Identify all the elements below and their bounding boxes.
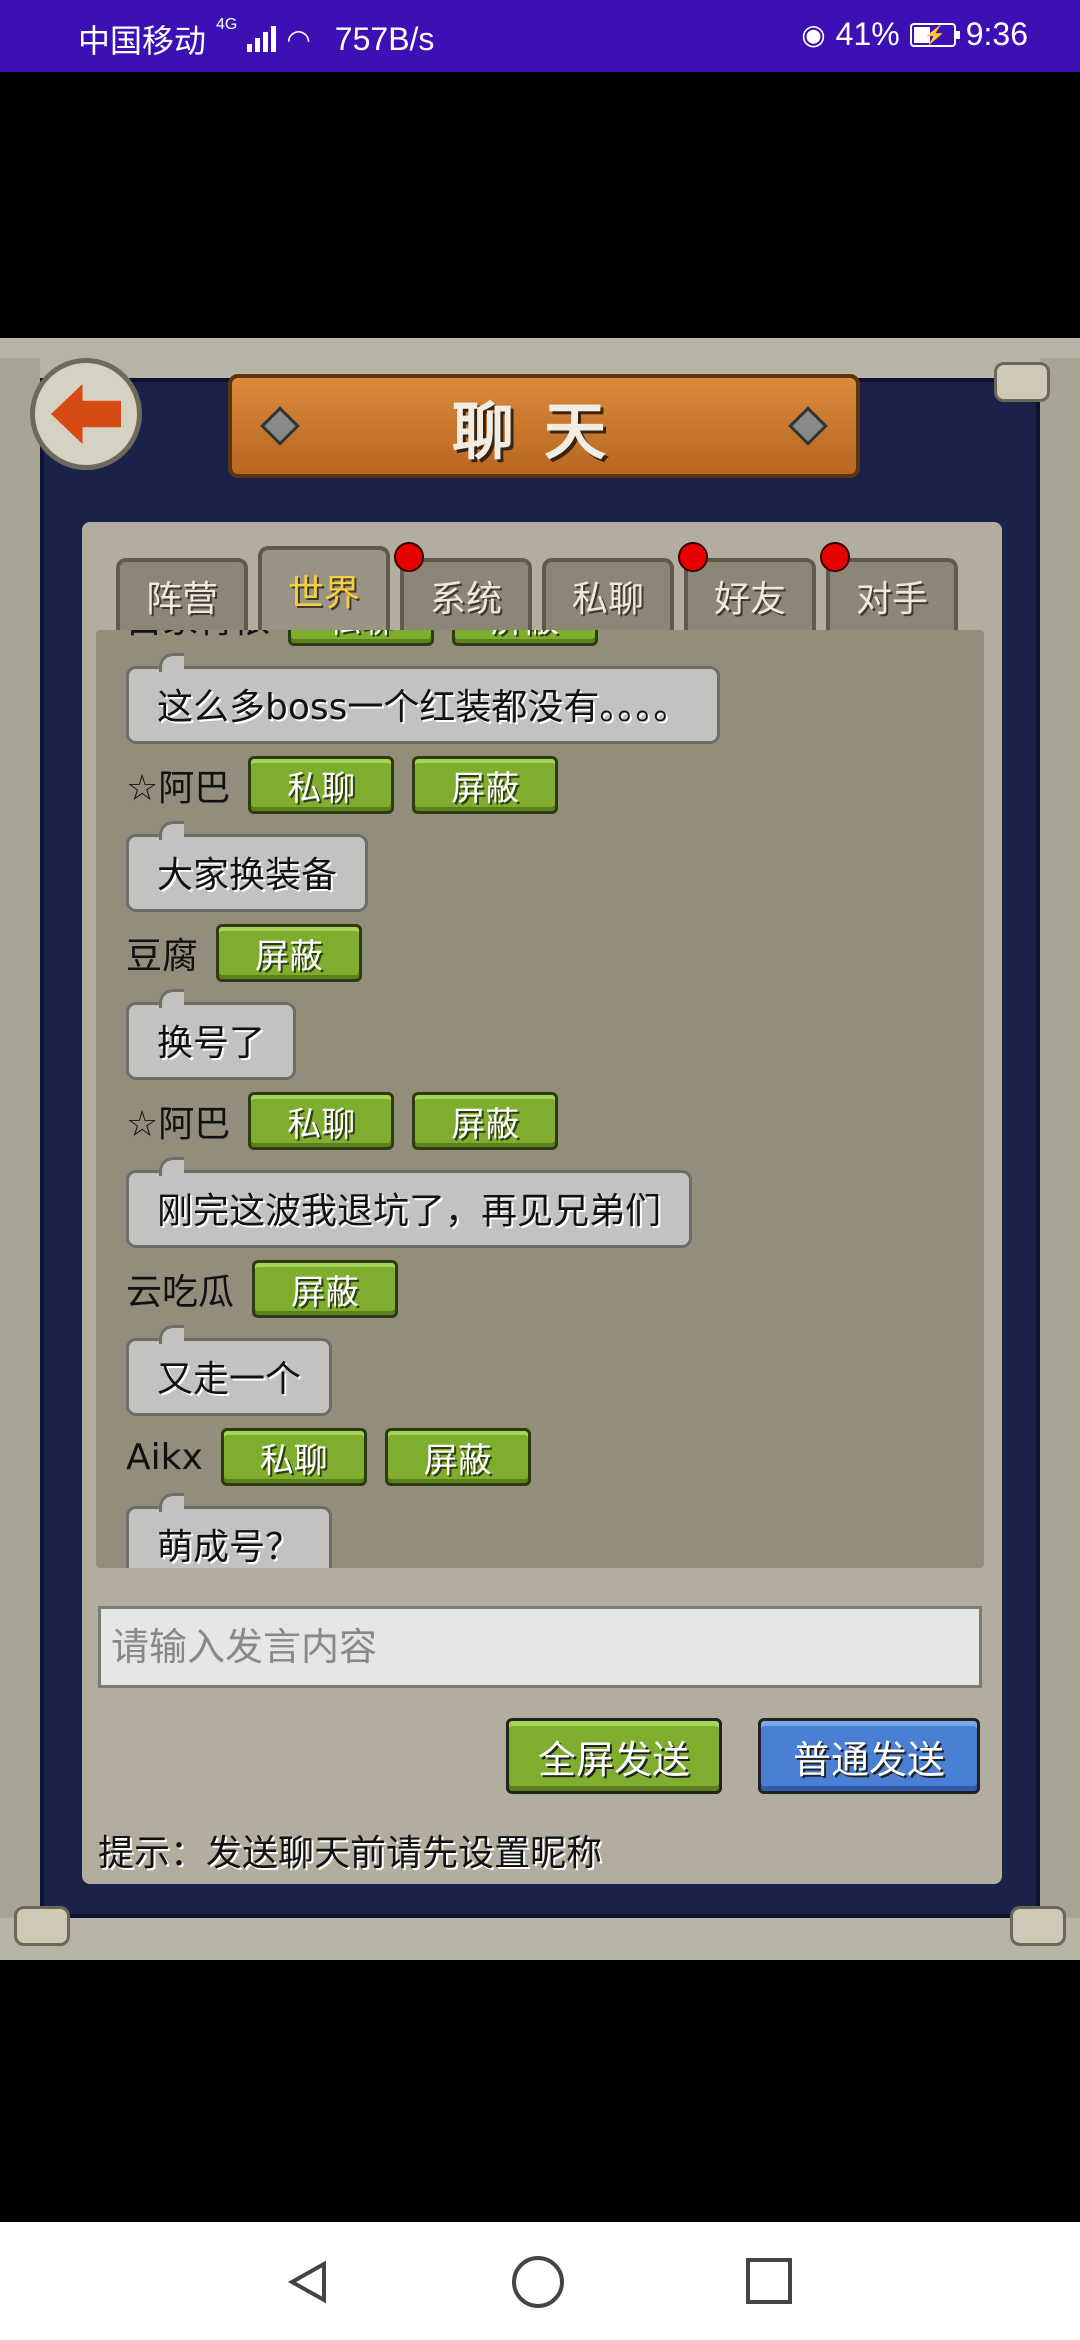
- private-chat-button[interactable]: 私聊: [220, 1428, 367, 1486]
- chat-message-list[interactable]: 白家青依 私聊 屏蔽 这么多boss一个红装都没有。。。。 ☆阿巴 私聊 屏蔽 …: [96, 630, 984, 1568]
- message-bubble: 大家换装备: [126, 821, 369, 912]
- stud-icon: [788, 406, 828, 446]
- frame-border-left: [0, 358, 40, 1918]
- tab-system[interactable]: 系统: [394, 542, 532, 630]
- chat-window: 聊天 阵营 世界 系统 私聊 好友 对手 白家青依 私聊 屏蔽 这么多boss一…: [0, 338, 1080, 1960]
- chat-message: Aikx 私聊 屏蔽 萌成号？: [126, 1426, 984, 1568]
- private-chat-button[interactable]: 私聊: [248, 756, 395, 814]
- carrier-label: 中国移动: [78, 23, 207, 59]
- page-title: 聊天: [451, 395, 636, 468]
- battery-icon: ⚡: [909, 22, 960, 47]
- message-bubble: 这么多boss一个红装都没有。。。。: [126, 653, 721, 744]
- network-type: 4G: [216, 16, 238, 33]
- block-button[interactable]: 屏蔽: [252, 1260, 399, 1318]
- stud-icon: [260, 406, 300, 446]
- frame-border-right: [1040, 358, 1080, 1918]
- message-bubble: 萌成号？: [126, 1493, 333, 1568]
- block-button[interactable]: 屏蔽: [216, 924, 363, 982]
- chat-message: 云吃瓜 屏蔽 又走一个: [126, 1258, 984, 1416]
- notification-dot-icon: [820, 542, 850, 572]
- chat-message: 白家青依 私聊 屏蔽 这么多boss一个红装都没有。。。。: [126, 630, 984, 744]
- fullscreen-send-button[interactable]: 全屏发送: [506, 1718, 722, 1794]
- notification-dot-icon: [394, 542, 424, 572]
- tab-faction[interactable]: 阵营: [116, 558, 248, 630]
- battery-percent: 41%: [835, 16, 900, 52]
- message-bubble: 换号了: [126, 989, 297, 1080]
- chat-message: ☆阿巴 私聊 屏蔽 大家换装备: [126, 754, 984, 912]
- message-bubble: 又走一个: [126, 1325, 333, 1416]
- block-button[interactable]: 屏蔽: [412, 756, 559, 814]
- back-button[interactable]: [30, 358, 142, 470]
- tab-world[interactable]: 世界: [258, 546, 390, 630]
- net-speed: 757B/s: [334, 20, 435, 57]
- back-arrow-icon: [51, 384, 121, 444]
- tab-friends[interactable]: 好友: [678, 542, 816, 630]
- eye-icon: ◉: [801, 19, 826, 50]
- nav-home-icon[interactable]: [512, 2256, 564, 2308]
- tab-label: 对手: [855, 579, 928, 620]
- channel-tabs: 阵营 世界 系统 私聊 好友 对手: [116, 542, 958, 630]
- normal-send-button[interactable]: 普通发送: [758, 1718, 980, 1794]
- private-chat-button[interactable]: 私聊: [248, 1092, 395, 1150]
- chat-panel: 阵营 世界 系统 私聊 好友 对手 白家青依 私聊 屏蔽 这么多boss一个红装…: [82, 522, 1002, 1884]
- frame-corner: [1010, 1906, 1066, 1946]
- nav-recent-apps-icon[interactable]: [746, 2258, 792, 2304]
- tab-label: 系统: [429, 579, 502, 620]
- sender-nickname[interactable]: 白家青依: [126, 630, 270, 643]
- block-button[interactable]: 屏蔽: [384, 1428, 531, 1486]
- block-button[interactable]: 屏蔽: [412, 1092, 559, 1150]
- wifi-icon: ◠: [286, 23, 311, 55]
- signal-icon: [247, 26, 277, 52]
- frame-corner: [14, 1906, 70, 1946]
- tab-label: 好友: [713, 579, 786, 620]
- status-bar: 中国移动 4G ◠ 757B/s ◉ 41% ⚡ 9:36: [0, 0, 1080, 72]
- system-nav-bar: [0, 2222, 1080, 2340]
- sender-nickname[interactable]: ☆阿巴: [126, 1095, 230, 1147]
- sender-nickname[interactable]: Aikx: [126, 1437, 203, 1478]
- message-input[interactable]: 请输入发言内容: [98, 1606, 982, 1688]
- hint-text: 提示：发送聊天前请先设置昵称: [98, 1833, 603, 1874]
- message-bubble: 刚完这波我退坑了，再见兄弟们: [126, 1157, 693, 1248]
- sender-nickname[interactable]: ☆阿巴: [126, 759, 230, 811]
- chat-message: 豆腐 屏蔽 换号了: [126, 922, 984, 1080]
- chat-message: ☆阿巴 私聊 屏蔽 刚完这波我退坑了，再见兄弟们: [126, 1090, 984, 1248]
- frame-corner: [994, 362, 1050, 402]
- sender-nickname[interactable]: 豆腐: [126, 927, 198, 979]
- tab-label: 私聊: [571, 579, 644, 620]
- title-banner: 聊天: [228, 374, 860, 478]
- block-button[interactable]: 屏蔽: [452, 630, 599, 646]
- nav-back-icon[interactable]: [286, 2260, 330, 2304]
- private-chat-button[interactable]: 私聊: [288, 630, 435, 646]
- tab-private[interactable]: 私聊: [542, 558, 674, 630]
- clock: 9:36: [965, 16, 1028, 52]
- sender-nickname[interactable]: 云吃瓜: [126, 1263, 234, 1315]
- tab-label: 阵营: [145, 579, 218, 620]
- notification-dot-icon: [678, 542, 708, 572]
- tab-label: 世界: [287, 573, 360, 614]
- tab-rivals[interactable]: 对手: [820, 542, 958, 630]
